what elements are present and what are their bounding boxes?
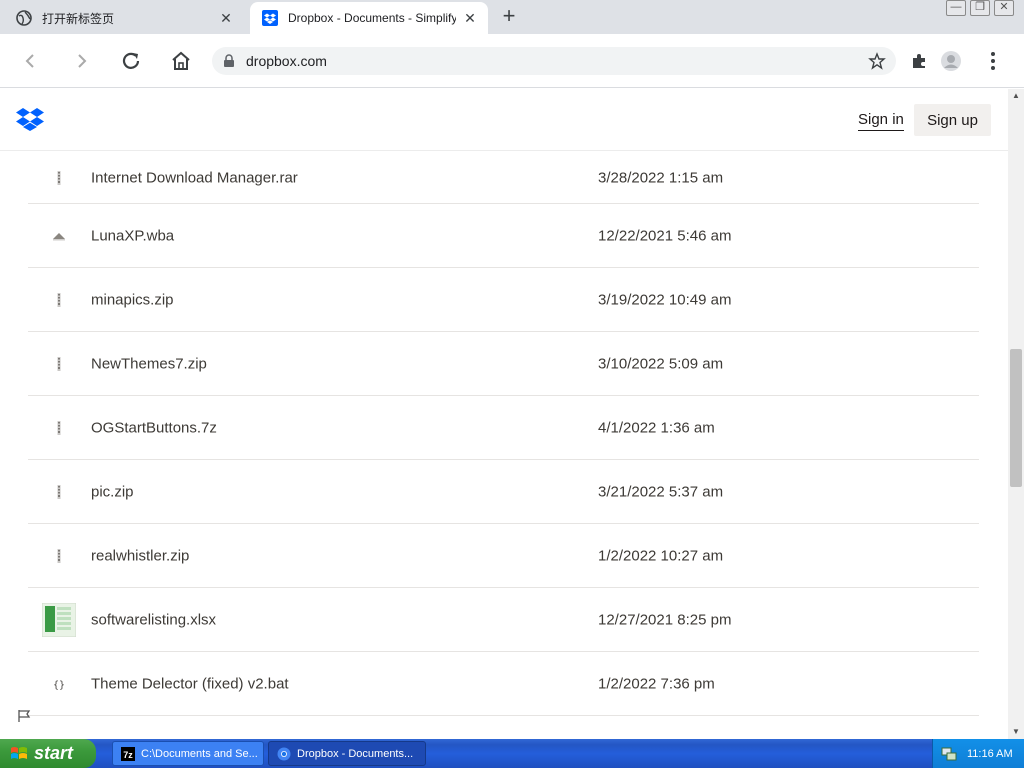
tab-strip: 打开新标签页 ✕ Dropbox - Documents - Simplify …	[0, 0, 1024, 34]
file-row[interactable]: minapics.zip 3/19/2022 10:49 am	[28, 268, 979, 332]
archive-icon	[42, 411, 76, 445]
file-modified-date: 3/19/2022 10:49 am	[598, 291, 732, 308]
bookmark-star-icon[interactable]	[868, 52, 886, 70]
scroll-up-icon[interactable]: ▲	[1008, 89, 1024, 103]
taskbar-item-label: C:\Documents and Se...	[141, 747, 258, 760]
file-list: Internet Download Manager.rar 3/28/2022 1…	[28, 152, 979, 716]
theme-file-icon	[42, 219, 76, 253]
home-icon	[172, 51, 190, 70]
file-row[interactable]: pic.zip 3/21/2022 5:37 am	[28, 460, 979, 524]
file-name[interactable]: LunaXP.wba	[91, 227, 174, 244]
profile-button[interactable]	[940, 50, 962, 72]
file-modified-date: 4/1/2022 1:36 am	[598, 419, 715, 436]
file-modified-date: 1/2/2022 7:36 pm	[598, 675, 715, 692]
restore-icon[interactable]: ❐	[970, 0, 990, 16]
address-bar[interactable]: dropbox.com	[212, 47, 896, 75]
spreadsheet-icon	[42, 602, 76, 637]
chrome-icon	[277, 747, 291, 760]
page-content: Sign in Sign up Internet Download Manage…	[0, 89, 1008, 739]
globe-icon	[16, 10, 32, 26]
sign-in-link[interactable]: Sign in	[858, 111, 904, 131]
file-modified-date: 3/10/2022 5:09 am	[598, 355, 724, 372]
archive-icon	[42, 161, 76, 195]
minimize-icon[interactable]: —	[946, 0, 966, 16]
archive-icon	[42, 283, 76, 317]
taskbar-item-explorer[interactable]: 7z C:\Documents and Se...	[112, 741, 264, 766]
file-row[interactable]: softwarelisting.xlsx 12/27/2021 8:25 pm	[28, 588, 979, 652]
file-row[interactable]: Internet Download Manager.rar 3/28/2022 1…	[28, 152, 979, 204]
flag-icon[interactable]	[17, 709, 31, 723]
tab-dropbox[interactable]: Dropbox - Documents - Simplify your ✕	[250, 2, 488, 34]
lock-icon	[224, 54, 234, 67]
tab-title: 打开新标签页	[42, 11, 115, 26]
7zip-icon: 7z	[121, 746, 135, 761]
system-tray: 11:16 AM	[932, 739, 1024, 768]
archive-icon	[42, 539, 76, 573]
dropbox-icon	[262, 10, 278, 26]
sign-up-button[interactable]: Sign up	[914, 104, 991, 136]
new-tab-button[interactable]: +	[498, 5, 520, 28]
taskbar-item-chrome[interactable]: Dropbox - Documents...	[268, 741, 426, 766]
file-row[interactable]: realwhistler.zip 1/2/2022 10:27 am	[28, 524, 979, 588]
file-modified-date: 3/28/2022 1:15 am	[598, 169, 724, 186]
file-name[interactable]: Theme Delector (fixed) v2.bat	[91, 675, 289, 692]
file-modified-date: 12/27/2021 8:25 pm	[598, 611, 732, 628]
avatar-icon	[941, 51, 961, 71]
file-row[interactable]: OGStartButtons.7z 4/1/2022 1:36 am	[28, 396, 979, 460]
taskbar-item-label: Dropbox - Documents...	[297, 747, 414, 760]
clock: 11:16 AM	[967, 747, 1013, 760]
file-modified-date: 1/2/2022 10:27 am	[598, 547, 724, 564]
file-row[interactable]: {} Theme Delector (fixed) v2.bat 1/2/2022 …	[28, 652, 979, 716]
close-icon[interactable]: ✕	[218, 10, 234, 27]
file-name[interactable]: OGStartButtons.7z	[91, 419, 217, 436]
windows-flag-icon	[11, 746, 27, 759]
vertical-scrollbar[interactable]: ▲ ▼	[1008, 89, 1024, 739]
scroll-down-icon[interactable]: ▼	[1008, 725, 1024, 739]
kebab-menu-icon	[991, 52, 995, 70]
window-controls: — ❐ ✕	[946, 0, 1014, 16]
taskbar: start 7z C:\Documents and Se... Dropbox …	[0, 739, 1024, 768]
archive-icon	[42, 475, 76, 509]
menu-button[interactable]	[982, 50, 1004, 72]
tab-title: Dropbox - Documents - Simplify your	[288, 11, 456, 25]
file-name[interactable]: NewThemes7.zip	[91, 355, 207, 372]
reload-icon	[122, 52, 140, 69]
file-row[interactable]: LunaXP.wba 12/22/2021 5:46 am	[28, 204, 979, 268]
tab-new-tab[interactable]: 打开新标签页 ✕	[4, 2, 244, 34]
network-icon[interactable]	[941, 746, 957, 762]
home-button[interactable]	[166, 46, 196, 76]
file-name[interactable]: Internet Download Manager.rar	[91, 169, 298, 186]
file-row[interactable]: NewThemes7.zip 3/10/2022 5:09 am	[28, 332, 979, 396]
back-arrow-icon	[25, 54, 34, 68]
file-name[interactable]: pic.zip	[91, 483, 134, 500]
back-button[interactable]	[16, 46, 46, 76]
reload-button[interactable]	[116, 46, 146, 76]
file-modified-date: 12/22/2021 5:46 am	[598, 227, 732, 244]
file-name[interactable]: softwarelisting.xlsx	[91, 611, 216, 628]
svg-text:{}: {}	[53, 680, 65, 690]
extensions-button[interactable]	[908, 50, 930, 72]
scrollbar-thumb[interactable]	[1010, 349, 1022, 487]
svg-text:7z: 7z	[123, 750, 133, 760]
start-button[interactable]: start	[0, 739, 96, 768]
archive-icon	[42, 347, 76, 381]
url-text: dropbox.com	[246, 53, 327, 69]
close-icon[interactable]: ✕	[462, 10, 478, 27]
puzzle-icon	[913, 54, 925, 68]
start-label: start	[34, 743, 74, 763]
browser-toolbar: dropbox.com	[0, 34, 1024, 88]
file-name[interactable]: realwhistler.zip	[91, 547, 189, 564]
forward-button[interactable]	[66, 46, 96, 76]
file-name[interactable]: minapics.zip	[91, 291, 174, 308]
code-file-icon: {}	[42, 667, 76, 701]
dropbox-logo-icon[interactable]	[16, 107, 44, 131]
forward-arrow-icon	[78, 54, 87, 68]
file-modified-date: 3/21/2022 5:37 am	[598, 483, 724, 500]
close-window-icon[interactable]: ✕	[994, 0, 1014, 16]
site-header: Sign in Sign up	[0, 89, 1008, 151]
